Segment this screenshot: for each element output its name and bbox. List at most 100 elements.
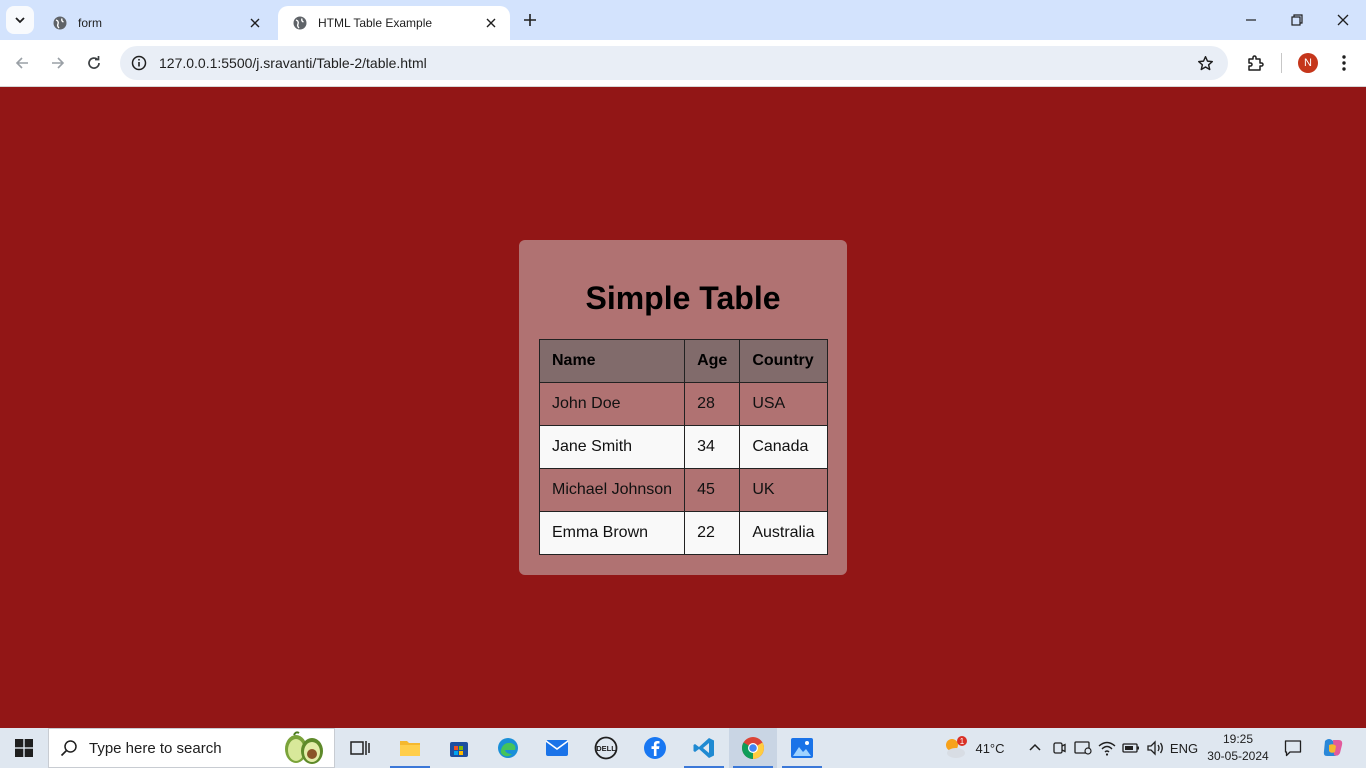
globe-icon — [53, 16, 67, 30]
wifi-icon[interactable] — [1096, 728, 1118, 768]
new-tab-button[interactable] — [518, 8, 542, 32]
cell-age: 22 — [684, 511, 741, 555]
store-icon — [450, 742, 468, 757]
tab-title: HTML Table Example — [318, 16, 433, 30]
taskbar-search[interactable]: Type here to search — [48, 728, 335, 768]
chrome-button[interactable] — [729, 728, 777, 768]
restore-button[interactable] — [1274, 0, 1320, 40]
task-view-button[interactable] — [336, 728, 384, 768]
tab-html-table-example[interactable]: HTML Table Example — [278, 6, 510, 40]
page-title: Simple Table — [585, 280, 781, 316]
edge-button[interactable] — [484, 728, 532, 768]
microsoft-store-button[interactable] — [435, 728, 483, 768]
chevron-up-icon — [1029, 743, 1041, 751]
search-icon — [49, 739, 89, 757]
globe-icon — [293, 16, 307, 30]
start-button[interactable] — [0, 728, 48, 768]
battery-icon[interactable] — [1120, 728, 1142, 768]
site-info-button[interactable] — [122, 46, 156, 80]
dell-button[interactable]: DELL — [582, 728, 630, 768]
profile-button[interactable]: N — [1293, 48, 1323, 78]
chevron-down-icon — [15, 17, 25, 24]
weather-badge: 1 — [960, 737, 965, 746]
edge-icon — [498, 738, 518, 758]
cell-age: 45 — [684, 468, 741, 512]
mail-button[interactable] — [533, 728, 581, 768]
menu-button[interactable] — [1329, 48, 1359, 78]
clock-time: 19:25 — [1222, 732, 1254, 746]
arrow-right-icon — [52, 57, 65, 69]
svg-text:DELL: DELL — [596, 744, 616, 753]
cell-name: Michael Johnson — [538, 468, 686, 512]
tab-form[interactable]: form — [38, 6, 274, 40]
dell-logo-icon: DELL — [594, 736, 618, 760]
extensions-button[interactable] — [1240, 48, 1270, 78]
show-hidden-icons-button[interactable] — [1024, 728, 1046, 768]
reload-icon — [88, 56, 100, 69]
info-icon — [131, 55, 147, 71]
facebook-button[interactable] — [631, 728, 679, 768]
url-text[interactable]: 127.0.0.1:5500/j.sravanti/Table-2/table.… — [159, 55, 1188, 71]
minimize-icon — [1246, 19, 1256, 21]
avocado-icon — [274, 728, 334, 768]
photos-button[interactable] — [778, 728, 826, 768]
cell-age: 34 — [684, 425, 741, 469]
weather-button[interactable]: 1 — [938, 728, 972, 768]
tab-title: form — [78, 16, 102, 30]
tab-strip: form HTML Table Example — [0, 0, 1366, 40]
reload-button[interactable] — [79, 48, 109, 78]
cell-country: USA — [739, 382, 828, 426]
column-header-name: Name — [538, 339, 686, 383]
cell-age: 28 — [684, 382, 741, 426]
device-status-icon[interactable] — [1072, 728, 1094, 768]
vscode-icon — [693, 738, 714, 758]
weather-temperature[interactable]: 41°C — [972, 728, 1008, 768]
clock-date: 30-05-2024 — [1207, 749, 1269, 763]
table-header-row: Name Age Country — [538, 339, 828, 383]
forward-button[interactable] — [43, 48, 73, 78]
avatar: N — [1298, 53, 1318, 73]
volume-icon[interactable] — [1144, 728, 1166, 768]
notifications-button[interactable] — [1280, 728, 1306, 768]
cell-country: Australia — [739, 511, 828, 555]
taskbar: Type here to search DELL 1 41°C ENG 19:2… — [0, 728, 1366, 768]
cell-country: Canada — [739, 425, 828, 469]
minimize-button[interactable] — [1228, 0, 1274, 40]
search-placeholder: Type here to search — [89, 739, 222, 757]
toolbar-divider — [1281, 53, 1282, 73]
restore-icon — [1291, 14, 1303, 26]
browser-toolbar: 127.0.0.1:5500/j.sravanti/Table-2/table.… — [0, 40, 1366, 87]
table-row: Jane Smith 34 Canada — [538, 425, 828, 469]
language-indicator[interactable]: ENG — [1168, 728, 1200, 768]
clock[interactable]: 19:25 30-05-2024 — [1204, 731, 1272, 765]
facebook-icon — [644, 737, 666, 759]
close-icon — [250, 18, 260, 28]
close-icon — [486, 18, 496, 28]
tab-search-button[interactable] — [6, 6, 34, 34]
file-explorer-button[interactable] — [386, 728, 434, 768]
bookmark-button[interactable] — [1188, 46, 1222, 80]
folder-icon — [400, 741, 420, 756]
copilot-button[interactable] — [1318, 728, 1348, 768]
close-tab-button[interactable] — [482, 14, 500, 32]
photos-icon — [791, 738, 813, 758]
back-button[interactable] — [7, 48, 37, 78]
address-bar[interactable]: 127.0.0.1:5500/j.sravanti/Table-2/table.… — [120, 46, 1228, 80]
arrow-left-icon — [15, 57, 28, 69]
cell-name: Jane Smith — [538, 425, 686, 469]
task-view-icon — [350, 741, 370, 755]
cell-name: Emma Brown — [538, 511, 686, 555]
table-row: John Doe 28 USA — [538, 382, 828, 426]
notification-icon — [1284, 740, 1302, 757]
column-header-age: Age — [684, 339, 741, 383]
cell-name: John Doe — [538, 382, 686, 426]
chrome-icon — [742, 737, 764, 759]
meet-now-icon[interactable] — [1048, 728, 1070, 768]
vscode-button[interactable] — [680, 728, 728, 768]
page-viewport: Simple Table Name Age Country John Doe 2… — [0, 87, 1366, 728]
puzzle-icon — [1248, 55, 1264, 71]
close-tab-button[interactable] — [246, 14, 264, 32]
close-window-button[interactable] — [1320, 0, 1366, 40]
table-row: Michael Johnson 45 UK — [538, 468, 828, 512]
close-icon — [1337, 14, 1349, 26]
